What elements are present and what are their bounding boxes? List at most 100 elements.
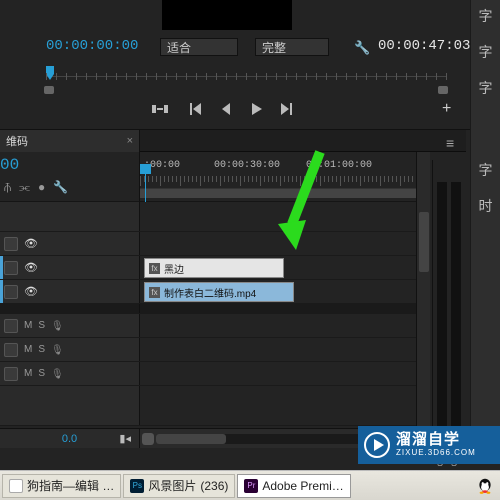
side-char-2[interactable]: 字 — [479, 42, 493, 62]
watermark-badge: 溜溜自学 ZIXUE.3D66.COM — [358, 426, 500, 464]
side-char-4[interactable]: 字 — [479, 160, 493, 180]
sequence-tab[interactable]: 维码 × — [0, 130, 140, 152]
right-tool-column: 字 字 字 字 时 — [470, 0, 500, 430]
taskbar-item-1[interactable]: 狗指南—编辑 … — [2, 474, 121, 498]
a3-track[interactable] — [140, 362, 416, 385]
eye-icon[interactable] — [24, 261, 38, 274]
play-icon[interactable] — [250, 103, 262, 118]
photoshop-icon: Ps — [130, 479, 144, 493]
a1-track[interactable] — [140, 314, 416, 337]
scroll-thumb[interactable] — [156, 434, 226, 444]
source-patch-icon[interactable] — [4, 285, 18, 299]
mute-button[interactable]: M — [24, 344, 32, 355]
timeline-panel: 维码 × 00 ⫚ ⫘ ● 🔧 :00:00 00:00:30:00 00:01… — [0, 130, 470, 440]
work-area-bar[interactable] — [140, 188, 416, 198]
side-char-5[interactable]: 时 — [479, 196, 493, 216]
vertical-zoom-value[interactable]: 0.0 — [62, 433, 77, 445]
side-char-1[interactable]: 字 — [479, 6, 493, 26]
play-circle-icon — [364, 432, 390, 458]
eye-icon[interactable] — [24, 237, 38, 250]
source-patch-icon[interactable] — [4, 343, 18, 357]
marker-icon[interactable]: ● — [38, 180, 45, 195]
scroll-handle-left[interactable] — [142, 433, 154, 445]
source-patch-icon[interactable] — [4, 367, 18, 381]
settings-wrench-icon[interactable]: 🔧 — [354, 40, 370, 56]
solo-button[interactable]: S — [38, 320, 45, 331]
clip-v2[interactable]: fx 黑边 — [144, 258, 284, 278]
tracks-bottom-gap — [140, 386, 416, 425]
v1-track[interactable]: fx 制作表白二维码.mp4 — [140, 280, 416, 303]
track-footer: 0.0 ▮◂ — [0, 428, 140, 448]
quality-dropdown[interactable]: 完整 ▼ — [255, 38, 329, 56]
v3-track-header[interactable] — [0, 232, 140, 255]
watermark-url: ZIXUE.3D66.COM — [396, 449, 476, 458]
audio-meters: S S — [432, 160, 468, 464]
taskbar-item-3-label: Adobe Premi… — [262, 479, 343, 493]
sequence-tab-label: 维码 — [6, 133, 28, 149]
source-patch-icon[interactable] — [4, 237, 18, 251]
a2-track-header[interactable]: M S — [0, 338, 140, 361]
transport-controls: + — [150, 98, 350, 122]
playhead-icon[interactable] — [46, 66, 54, 78]
timeline-current-timecode[interactable]: 00 — [0, 156, 19, 174]
tracks-bottom-gap-header — [0, 386, 140, 425]
settings-wrench-icon[interactable]: 🔧 — [53, 180, 68, 195]
a1-track-header[interactable]: M S — [0, 314, 140, 337]
scrub-handle-right[interactable] — [438, 86, 448, 94]
link-icon[interactable]: ⫘ — [19, 180, 30, 195]
program-in-timecode[interactable]: 00:00:00:00 — [46, 38, 138, 54]
v1-track-header[interactable] — [0, 280, 140, 303]
side-char-3[interactable]: 字 — [479, 78, 493, 98]
program-monitor-preview — [162, 0, 292, 30]
source-patch-icon[interactable] — [4, 261, 18, 275]
mic-icon[interactable] — [51, 344, 64, 356]
v3-track[interactable] — [140, 232, 416, 255]
va-divider — [0, 304, 140, 313]
scrub-handle-left[interactable] — [44, 86, 54, 94]
mark-in-out-icon[interactable] — [150, 103, 170, 118]
solo-button[interactable]: S — [38, 368, 45, 379]
mic-icon[interactable] — [51, 368, 64, 380]
scrollbar-thumb[interactable] — [419, 212, 429, 272]
a3-track-header[interactable]: M S — [0, 362, 140, 385]
clip-v1[interactable]: fx 制作表白二维码.mp4 — [144, 282, 294, 302]
clip-v2-label: 黑边 — [164, 261, 184, 276]
solo-button[interactable]: S — [38, 344, 45, 355]
source-patch-icon[interactable] — [4, 319, 18, 333]
a2-track[interactable] — [140, 338, 416, 361]
fx-badge-icon: fx — [149, 263, 160, 274]
add-button-icon[interactable]: + — [442, 100, 451, 118]
taskbar-item-3[interactable]: Pr Adobe Premi… — [237, 474, 350, 498]
program-panel: 00:00:00:00 适合 ▼ 完整 ▼ 🔧 00:00:47:03 + — [0, 30, 470, 130]
mute-button[interactable]: M — [24, 368, 32, 379]
snap-icon[interactable]: ⫚ — [4, 180, 11, 195]
eye-icon[interactable] — [24, 285, 38, 298]
quality-label: 完整 — [262, 39, 286, 56]
ruler-ticks — [140, 176, 416, 188]
v2-track[interactable]: fx 黑边 — [140, 256, 416, 279]
go-to-in-icon[interactable] — [188, 103, 202, 118]
zoom-fit-dropdown[interactable]: 适合 ▼ — [160, 38, 238, 56]
audio-meter-right — [451, 182, 461, 460]
taskbar-item-2[interactable]: Ps 风景图片 (236) — [123, 474, 235, 498]
step-back-icon[interactable] — [220, 103, 232, 118]
toggle-sync-lock-icon[interactable]: ▮◂ — [119, 432, 131, 445]
v2-track-header[interactable] — [0, 256, 140, 279]
go-to-out-icon[interactable] — [280, 103, 294, 118]
fx-badge-icon: fx — [149, 287, 160, 298]
mute-button[interactable]: M — [24, 320, 32, 331]
program-duration-timecode[interactable]: 00:00:47:03 — [378, 38, 470, 54]
track-gap-header — [0, 202, 140, 231]
audio-meter-left — [437, 182, 447, 460]
program-scrub-bar[interactable] — [46, 64, 446, 90]
mic-icon[interactable] — [51, 320, 64, 332]
close-icon[interactable]: × — [121, 135, 139, 147]
premiere-icon: Pr — [244, 479, 258, 493]
zoom-fit-label: 适合 — [167, 39, 191, 56]
tracks-area: fx 黑边 fx 制作表白二维码.mp4 — [0, 202, 416, 432]
panel-menu-icon[interactable] — [446, 135, 458, 151]
qq-tray-icon[interactable] — [476, 477, 494, 495]
timeline-ruler[interactable]: :00:00 00:00:30:00 00:01:00:00 — [140, 152, 416, 202]
vertical-scrollbar[interactable] — [416, 152, 430, 432]
track-gap — [140, 202, 416, 231]
